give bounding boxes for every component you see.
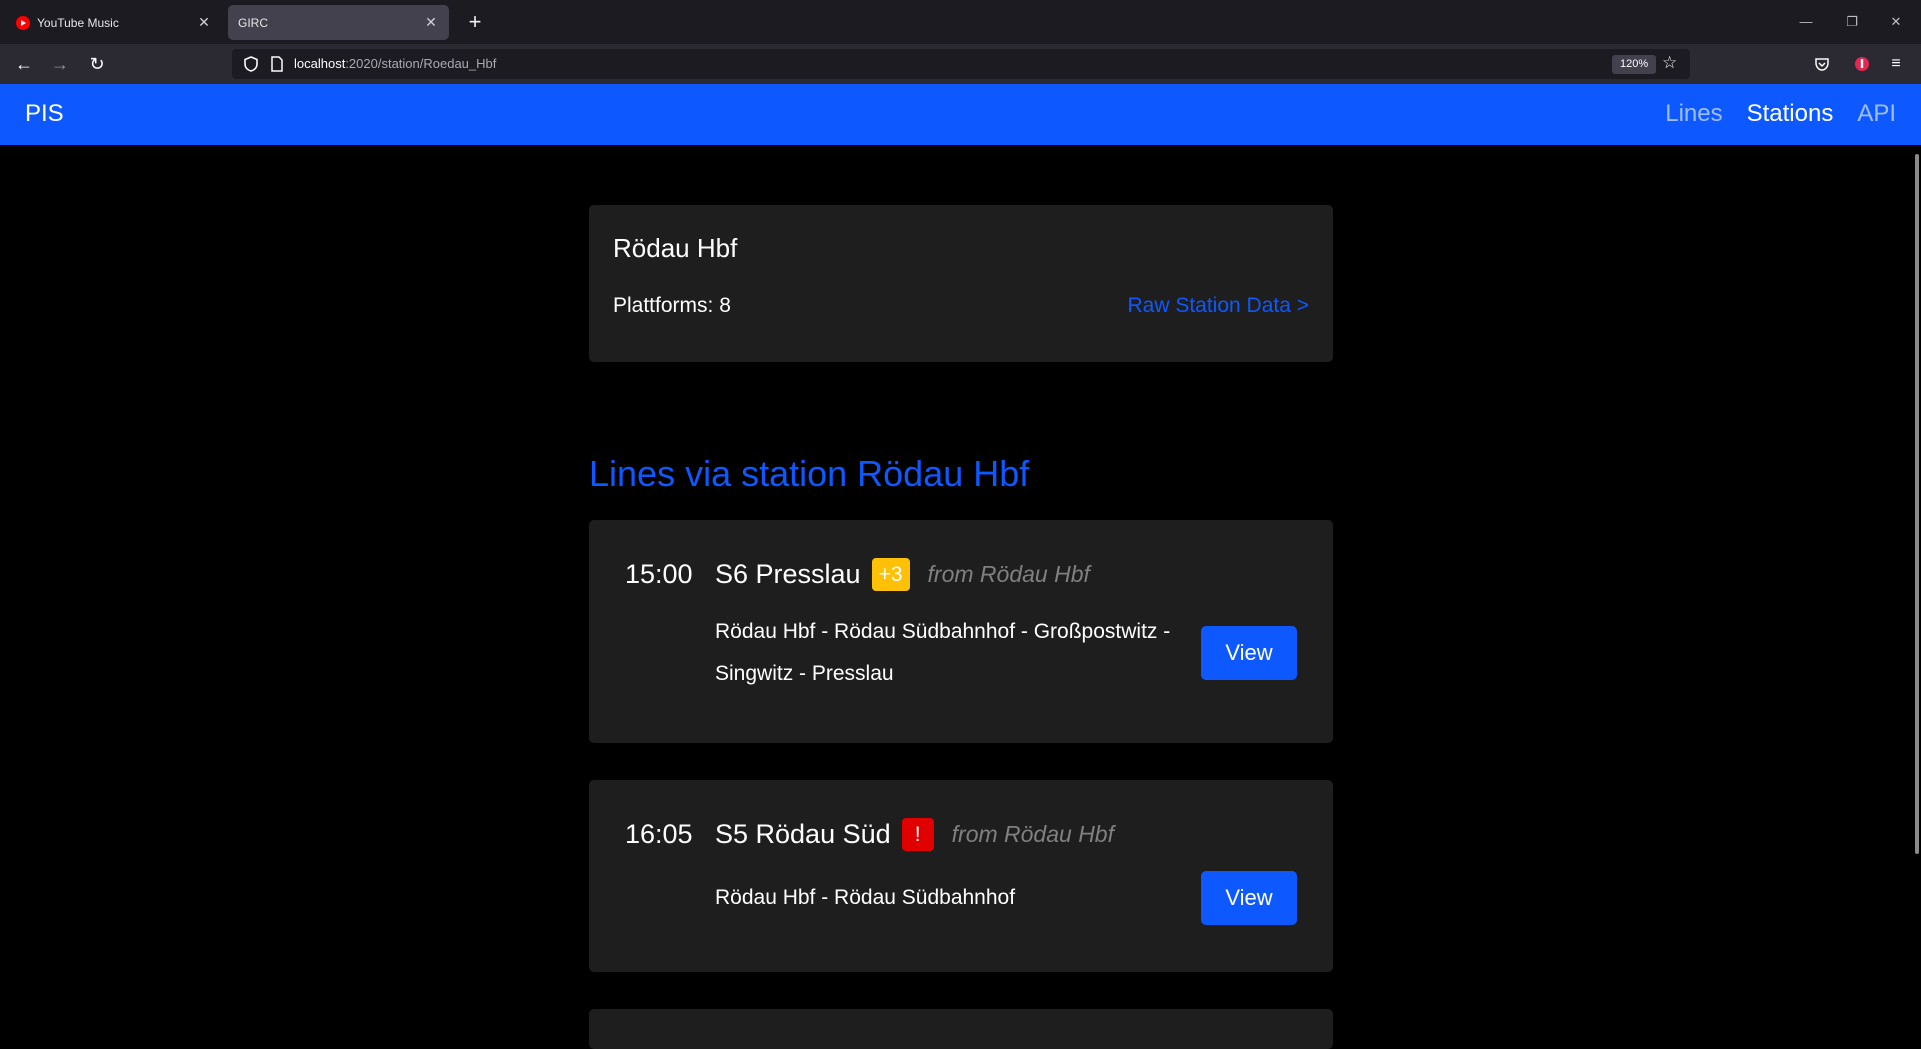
browser-navbar: ← → ↻ localhost:2020/station/Roedau_Hbf …	[0, 44, 1921, 84]
page-viewport: PIS Lines Stations API Rödau Hbf Plattfo…	[0, 84, 1921, 1049]
station-info-row: Plattforms: 8 Raw Station Data >	[613, 294, 1309, 318]
extension-icon[interactable]	[1848, 50, 1876, 78]
zoom-level-badge[interactable]: 120%	[1612, 55, 1657, 74]
youtube-icon	[16, 15, 30, 30]
url-host: localhost	[294, 56, 346, 71]
page-scrollbar[interactable]	[1915, 154, 1919, 854]
close-icon[interactable]: ✕	[423, 14, 439, 31]
nav-link-lines[interactable]: Lines	[1665, 100, 1722, 128]
pocket-icon[interactable]	[1808, 50, 1836, 78]
line-body: Rödau Hbf - Rödau Südbahnhof - Großpostw…	[715, 611, 1297, 695]
line-origin: from Rödau Hbf	[927, 561, 1090, 587]
close-window-icon[interactable]: ✕	[1876, 8, 1916, 36]
tab-title: GIRC	[238, 15, 268, 30]
back-arrow-icon[interactable]: ←	[9, 50, 39, 78]
shield-icon[interactable]	[242, 55, 260, 73]
restore-icon[interactable]: ❐	[1832, 8, 1872, 36]
bookmark-star-icon[interactable]: ☆	[1662, 53, 1677, 73]
line-card-partial	[589, 1009, 1333, 1049]
browser-tab-youtube-music[interactable]: YouTube Music ✕	[6, 5, 222, 40]
app-nav-links: Lines Stations API	[1665, 100, 1896, 128]
app-navbar: PIS Lines Stations API	[0, 84, 1921, 145]
address-bar[interactable]: localhost:2020/station/Roedau_Hbf 120% ☆	[232, 49, 1690, 79]
page-icon	[271, 56, 283, 72]
departure-time: 16:05	[625, 819, 693, 849]
nav-link-api[interactable]: API	[1857, 100, 1896, 128]
departure-time: 15:00	[625, 559, 693, 589]
tab-title: YouTube Music	[37, 15, 119, 30]
line-card: 16:05 S5 Rödau Süd ! from Rödau Hbf Röda…	[589, 780, 1333, 972]
line-route: Rödau Hbf - Rödau Südbahnhof	[715, 886, 1016, 909]
station-name: Rödau Hbf	[613, 233, 738, 263]
browser-tabstrip: YouTube Music ✕ GIRC ✕ + — ❐ ✕	[0, 0, 1921, 44]
raw-station-data-link[interactable]: Raw Station Data >	[1127, 294, 1309, 318]
line-body: Rödau Hbf - Rödau Südbahnhof View	[715, 871, 1297, 925]
main-content: Rödau Hbf Plattforms: 8 Raw Station Data…	[589, 145, 1333, 1049]
line-name: S5 Rödau Süd	[715, 819, 891, 849]
close-icon[interactable]: ✕	[196, 14, 212, 31]
minimize-icon[interactable]: —	[1786, 8, 1826, 36]
alert-badge: !	[901, 818, 934, 851]
line-origin: from Rödau Hbf	[951, 821, 1114, 847]
line-route: Rödau Hbf - Rödau Südbahnhof - Großpostw…	[715, 620, 1171, 685]
nav-link-stations[interactable]: Stations	[1747, 100, 1834, 128]
hamburger-menu-icon[interactable]: ≡	[1882, 50, 1910, 78]
delay-badge: +3	[871, 558, 910, 591]
url-path: :2020/station/Roedau_Hbf	[345, 56, 497, 71]
station-card: Rödau Hbf Plattforms: 8 Raw Station Data…	[589, 205, 1333, 362]
forward-arrow-icon[interactable]: →	[45, 50, 75, 78]
line-card: 15:00 S6 Presslau +3 from Rödau Hbf Röda…	[589, 520, 1333, 743]
brand-logo[interactable]: PIS	[25, 100, 64, 128]
line-name: S6 Presslau	[715, 559, 861, 589]
line-header: 16:05 S5 Rödau Süd ! from Rödau Hbf	[625, 818, 1297, 851]
url-text[interactable]: localhost:2020/station/Roedau_Hbf	[294, 56, 496, 71]
new-tab-button[interactable]: +	[460, 8, 490, 36]
view-line-button[interactable]: View	[1201, 626, 1297, 680]
browser-tab-girc[interactable]: GIRC ✕	[228, 5, 449, 40]
view-line-button[interactable]: View	[1201, 871, 1297, 925]
reload-icon[interactable]: ↻	[82, 50, 112, 78]
line-header: 15:00 S6 Presslau +3 from Rödau Hbf	[625, 558, 1297, 591]
platform-count: Plattforms: 8	[613, 294, 731, 317]
lines-section-title: Lines via station Rödau Hbf	[589, 453, 1030, 494]
